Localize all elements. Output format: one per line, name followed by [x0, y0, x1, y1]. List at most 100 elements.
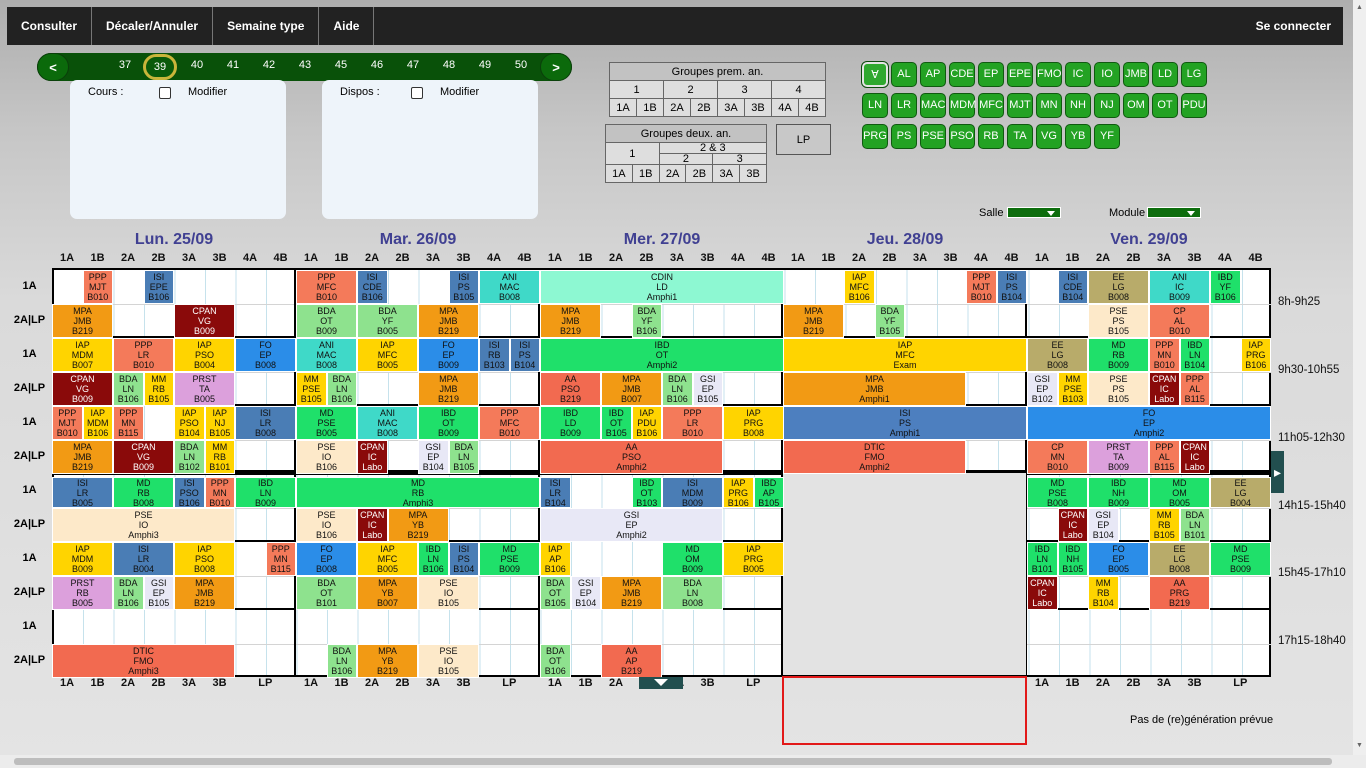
group-2b[interactable]: 2B [690, 98, 718, 117]
teacher-button-pse[interactable]: PSE [920, 124, 946, 149]
teacher-button-mn[interactable]: MN [1036, 93, 1062, 118]
course-cell-iap[interactable]: IAP PDU B106 [631, 406, 662, 440]
course-cell-ppp[interactable]: PPP MN B010 [204, 477, 235, 508]
course-cell-bda[interactable]: BDA LN B106 [113, 372, 144, 406]
course-cell-isi[interactable]: ISI PS B104 [448, 542, 479, 576]
course-cell-bda[interactable]: BDA OT B106 [540, 644, 571, 678]
course-cell-md[interactable]: MD PSE B009 [1210, 542, 1271, 576]
course-cell-ppp[interactable]: PPP MFC B010 [296, 270, 357, 304]
course-cell-iap[interactable]: IAP MFC B005 [357, 338, 418, 372]
teacher-button-prg[interactable]: PRG [862, 124, 888, 149]
prev-week-button[interactable]: < [37, 53, 69, 81]
course-cell-mpa[interactable]: MPA JMB B219 [601, 576, 662, 610]
course-cell-mpa[interactable]: MPA YB B219 [387, 508, 449, 542]
course-cell-pse[interactable]: PSE PS B105 [1088, 372, 1149, 406]
course-cell-mpa[interactable]: MPA JMB B219 [52, 304, 113, 338]
course-cell-ibd[interactable]: IBD AP B105 [753, 477, 784, 508]
course-cell-dtic[interactable]: DTIC FMO Amphi3 [52, 644, 235, 678]
teacher-button-lr[interactable]: LR [891, 93, 917, 118]
course-cell-isi[interactable]: ISI PS B104 [996, 270, 1027, 304]
course-cell-prst[interactable]: PRST RB B005 [52, 576, 113, 610]
course-cell-fo[interactable]: FO EP B008 [235, 338, 296, 372]
group-y2-2and3[interactable]: 2 & 3 [658, 142, 768, 154]
course-cell-bda[interactable]: BDA LN B106 [113, 576, 144, 610]
course-cell-gsi[interactable]: GSI EP B104 [570, 576, 601, 610]
course-cell-iap[interactable]: IAP PSO B008 [174, 542, 235, 576]
group-4b[interactable]: 4B [798, 98, 826, 117]
week-41[interactable]: 41 [221, 59, 245, 71]
course-cell-mm[interactable]: MM RB B101 [204, 440, 235, 474]
course-cell-isi[interactable]: ISI PSO B106 [174, 477, 205, 508]
teacher-button-ld[interactable]: LD [1152, 62, 1178, 87]
course-cell-mpa[interactable]: MPA JMB Amphi1 [783, 372, 966, 406]
next-week-button[interactable]: > [540, 53, 572, 81]
course-cell-bda[interactable]: BDA LN B105 [448, 440, 479, 474]
group-y2-1a[interactable]: 1A [605, 164, 633, 183]
course-cell-bda[interactable]: BDA YF B005 [357, 304, 418, 338]
course-cell-aa[interactable]: AA PRG B219 [1149, 576, 1210, 610]
lp-group-button[interactable]: LP [776, 124, 831, 155]
course-cell-dtic[interactable]: DTIC FMO Amphi2 [783, 440, 966, 474]
menu-aide[interactable]: Aide [319, 7, 375, 45]
group-y2-1[interactable]: 1 [605, 142, 660, 165]
course-cell-mm[interactable]: MM RB B104 [1088, 576, 1119, 610]
teacher-button-ot[interactable]: OT [1152, 93, 1178, 118]
course-cell-ppp[interactable]: PPP MJT B010 [966, 270, 997, 304]
course-cell-cpan[interactable]: CPAN IC Labo [1149, 372, 1180, 406]
course-cell-iap[interactable]: IAP PRG B005 [723, 542, 784, 576]
teacher-button-pdu[interactable]: PDU [1181, 93, 1207, 118]
group-y2-2[interactable]: 2 [658, 153, 714, 165]
course-cell-bda[interactable]: BDA LN B101 [1179, 508, 1210, 542]
teacher-button-cde[interactable]: CDE [949, 62, 975, 87]
course-cell-bda[interactable]: BDA LN B008 [662, 576, 723, 610]
course-cell-bda[interactable]: BDA LN B102 [174, 440, 205, 474]
course-cell-ppp[interactable]: PPP MFC B010 [479, 406, 540, 440]
course-cell-prst[interactable]: PRST TA B009 [1088, 440, 1149, 474]
course-cell-bda[interactable]: BDA YF B106 [631, 304, 662, 338]
group-y2-3a[interactable]: 3A [712, 164, 741, 183]
course-cell-gsi[interactable]: GSI EP B104 [1088, 508, 1119, 542]
course-cell-ibd[interactable]: IBD LN B009 [235, 477, 296, 508]
group-y2-3[interactable]: 3 [712, 153, 767, 165]
group-3a[interactable]: 3A [717, 98, 745, 117]
course-cell-fo[interactable]: FO EP Amphi2 [1027, 406, 1271, 440]
teacher-button-mdm[interactable]: MDM [949, 93, 976, 118]
course-cell-cpan[interactable]: CPAN VG B009 [52, 372, 113, 406]
teacher-button-rb[interactable]: RB [978, 124, 1004, 149]
course-cell-iap[interactable]: IAP PRG B106 [723, 477, 754, 508]
course-cell-ibd[interactable]: IBD YF B106 [1210, 270, 1241, 304]
course-cell-ee[interactable]: EE LG B008 [1027, 338, 1088, 372]
course-cell-bda[interactable]: BDA YF B105 [874, 304, 905, 338]
course-cell-ee[interactable]: EE LG B008 [1149, 542, 1210, 576]
login-link[interactable]: Se connecter [1242, 7, 1343, 45]
course-cell-cpan[interactable]: CPAN IC Labo [1179, 440, 1210, 474]
teacher-button-ps[interactable]: PS [891, 124, 917, 149]
teacher-button-fmo[interactable]: FMO [1036, 62, 1062, 87]
week-42[interactable]: 42 [257, 59, 281, 71]
course-cell-iap[interactable]: IAP MFC B106 [844, 270, 875, 304]
course-cell-ppp[interactable]: PPP AL B115 [1179, 372, 1210, 406]
course-cell-md[interactable]: MD PSE B005 [296, 406, 357, 440]
course-cell-ee[interactable]: EE LG B004 [1210, 477, 1271, 508]
course-cell-cpan[interactable]: CPAN IC Labo [1057, 508, 1088, 542]
group-3[interactable]: 3 [717, 80, 772, 99]
course-cell-ppp[interactable]: PPP AL B115 [1149, 440, 1180, 474]
week-39-selected[interactable]: 39 [143, 54, 177, 80]
group-1a[interactable]: 1A [609, 98, 637, 117]
course-cell-pse[interactable]: PSE IO Amphi3 [52, 508, 235, 542]
course-cell-iap[interactable]: IAP MFC B005 [357, 542, 418, 576]
course-cell-isi[interactable]: ISI PS B105 [448, 270, 479, 304]
teacher-button-yf[interactable]: YF [1094, 124, 1120, 149]
course-cell-iap[interactable]: IAP NJ B105 [204, 406, 235, 440]
cours-modifier-checkbox[interactable] [159, 87, 171, 99]
course-cell-iap[interactable]: IAP PSO B104 [174, 406, 205, 440]
teacher-button-jmb[interactable]: JMB [1123, 62, 1149, 87]
course-cell-md[interactable]: MD RB B008 [113, 477, 174, 508]
course-cell-gsi[interactable]: GSI EP B102 [1027, 372, 1058, 406]
group-2a[interactable]: 2A [663, 98, 691, 117]
course-cell-ibd[interactable]: IBD NH B009 [1088, 477, 1149, 508]
course-cell-isi[interactable]: ISI LR B005 [52, 477, 113, 508]
course-cell-mpa[interactable]: MPA JMB B219 [418, 372, 479, 406]
course-cell-isi[interactable]: ISI LR B008 [235, 406, 296, 440]
course-cell-ibd[interactable]: IBD OT B105 [601, 406, 632, 440]
